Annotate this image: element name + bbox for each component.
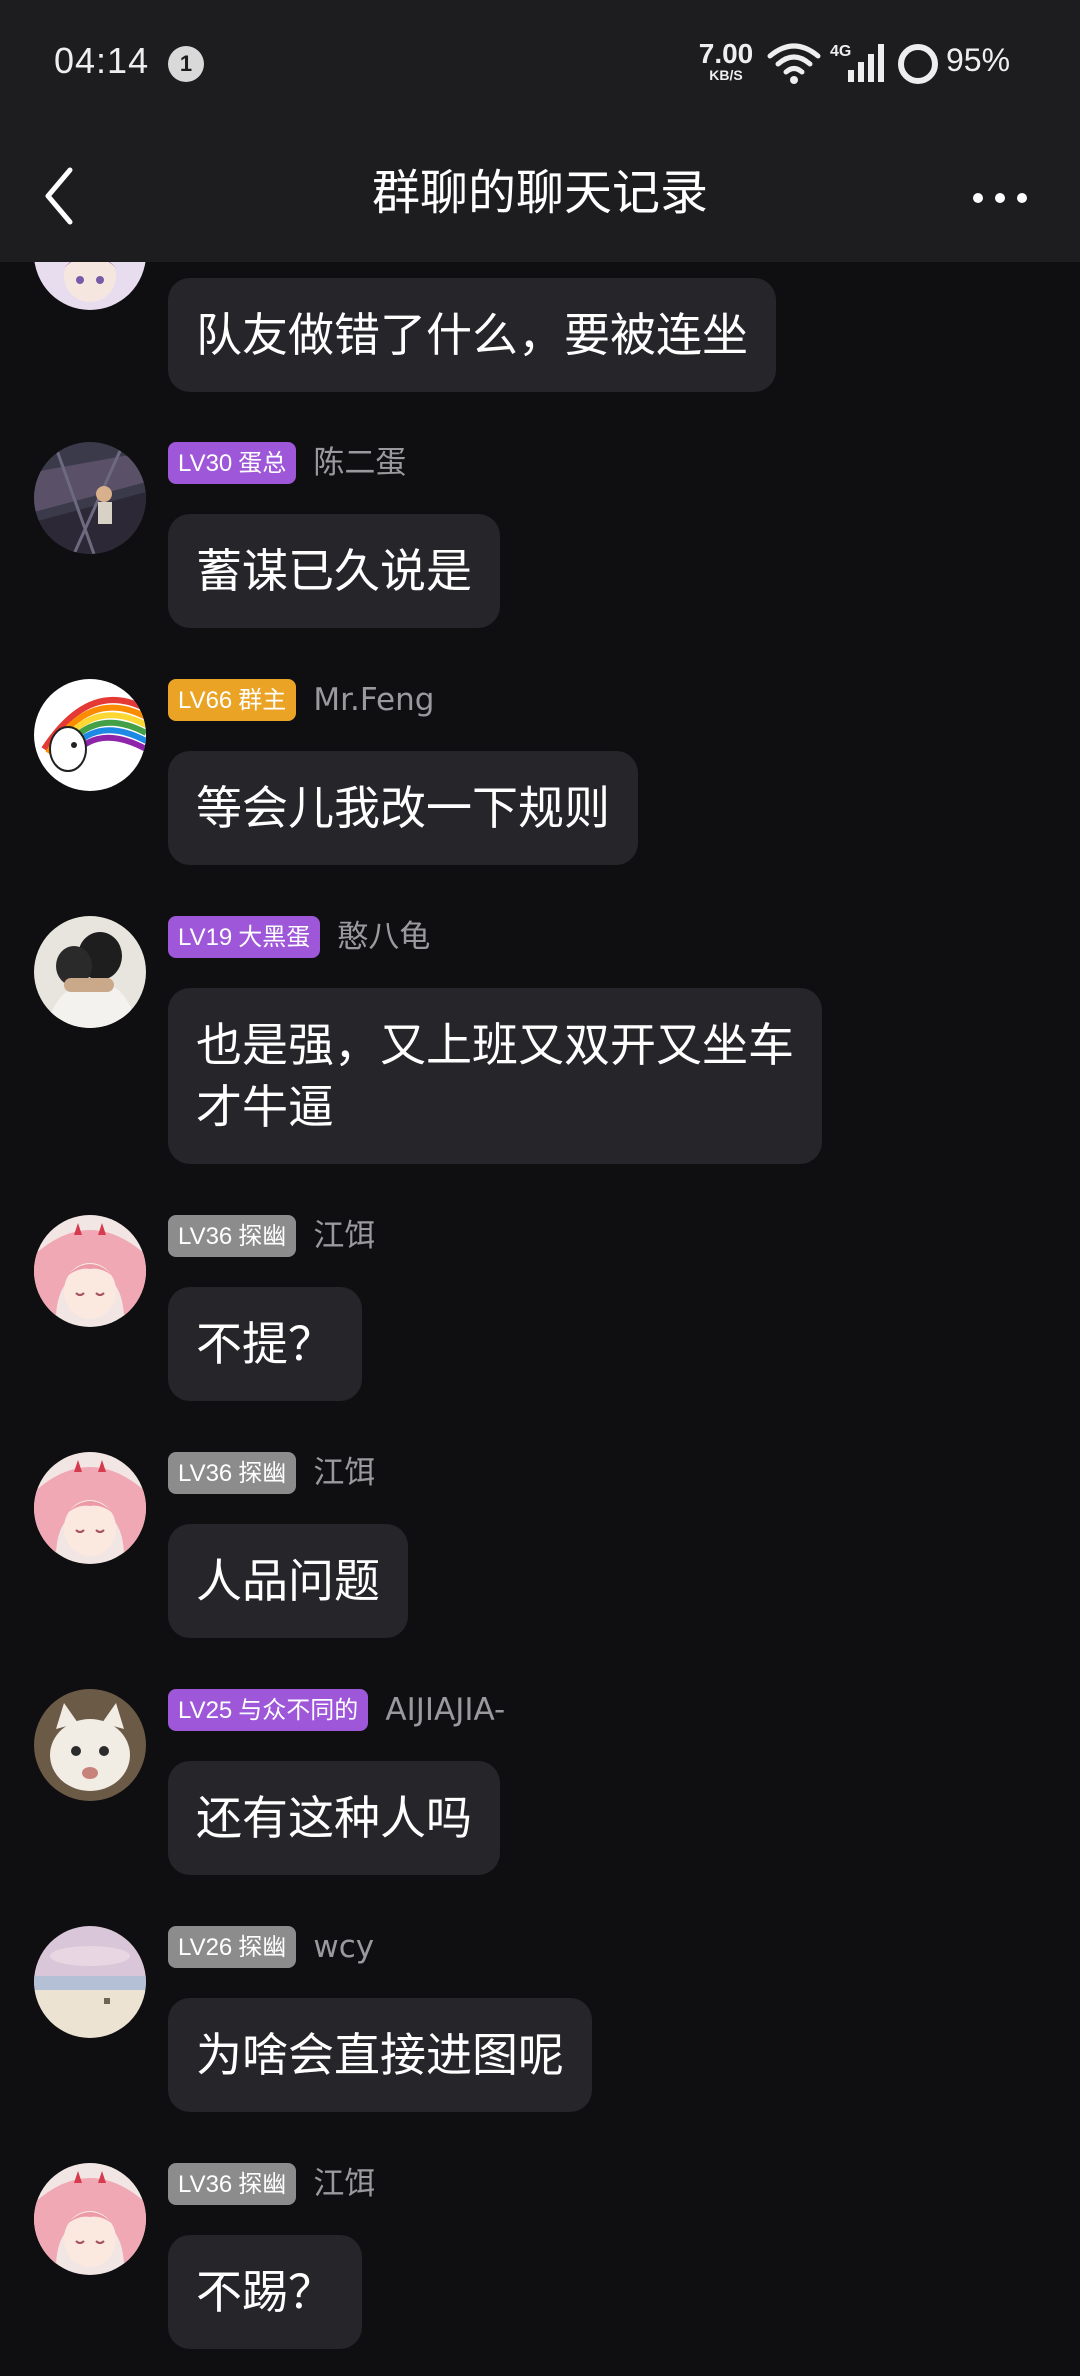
more-button[interactable] — [960, 166, 1040, 226]
member-level-badge: LV36 探幽 — [168, 2163, 297, 2205]
page-title: 群聊的聊天记录 — [371, 165, 708, 221]
more-dots-icon — [973, 193, 1027, 203]
sender-name[interactable]: Mr.Feng — [313, 679, 434, 721]
network-type-label: 4G — [830, 43, 851, 60]
avatar-anime-girl-purple-hair[interactable] — [34, 262, 146, 310]
status-time: 04:14 — [54, 40, 150, 81]
cellular-signal-icon: 4G — [830, 40, 886, 90]
message-list[interactable]: 队友做错了什么，要被连坐 LV30 蛋总 陈二蛋 蓄谋已久说是 LV66 群主 … — [0, 262, 1080, 2376]
avatar-rainbow-meme[interactable] — [34, 679, 146, 791]
sender-meta: LV36 探幽 江饵 — [168, 1452, 375, 1496]
sender-name[interactable]: 陈二蛋 — [313, 442, 406, 484]
avatar-pink-hair-anime-girl[interactable] — [34, 1452, 146, 1564]
message-bubble[interactable]: 为啥会直接进图呢 — [168, 1998, 592, 2112]
sender-meta: LV26 探幽 wcy — [168, 1926, 374, 1970]
avatar-beach-landscape[interactable] — [34, 1926, 146, 2038]
sender-meta: LV25 与众不同的 AIJIAJIA- — [168, 1689, 505, 1733]
sender-name[interactable]: 江饵 — [313, 1452, 375, 1494]
notification-count-badge: 1 — [168, 46, 204, 82]
member-level-badge: LV66 群主 — [168, 679, 297, 721]
top-bar: 群聊的聊天记录 — [0, 128, 1080, 262]
avatar-pink-hair-anime-girl[interactable] — [34, 1215, 146, 1327]
wifi-icon — [766, 42, 822, 90]
battery-icon — [896, 42, 940, 90]
avatar-hugging-people[interactable] — [34, 916, 146, 1028]
sender-meta: LV30 蛋总 陈二蛋 — [168, 442, 406, 486]
chat-history-screen: 04:14 1 7.00 KB/S 4G 95% 群聊的聊天记录 队友做错了什么… — [0, 0, 1080, 2376]
sender-name[interactable]: AIJIAJIA- — [385, 1689, 505, 1731]
avatar-stormy-sky[interactable] — [34, 442, 146, 554]
avatar-pink-hair-anime-girl[interactable] — [34, 2163, 146, 2275]
network-speed-unit: KB/S — [709, 67, 743, 83]
member-level-badge: LV36 探幽 — [168, 1452, 297, 1494]
member-level-badge: LV30 蛋总 — [168, 442, 297, 484]
message-bubble[interactable]: 蓄谋已久说是 — [168, 514, 500, 628]
message-bubble[interactable]: 等会儿我改一下规则 — [168, 751, 638, 865]
sender-meta: LV36 探幽 江饵 — [168, 1215, 375, 1259]
member-level-badge: LV19 大黑蛋 — [168, 916, 321, 958]
sender-name[interactable]: wcy — [313, 1926, 374, 1968]
network-speed-value: 7.00 — [698, 38, 754, 69]
member-level-badge: LV36 探幽 — [168, 1215, 297, 1257]
sender-meta: LV66 群主 Mr.Feng — [168, 679, 434, 723]
member-level-badge: LV25 与众不同的 — [168, 1689, 369, 1731]
sender-meta: LV19 大黑蛋 憨八龟 — [168, 916, 430, 960]
sender-name[interactable]: 江饵 — [313, 2163, 375, 2205]
status-bar: 04:14 1 7.00 KB/S 4G 95% — [0, 0, 1080, 128]
sender-name[interactable]: 憨八龟 — [337, 916, 430, 958]
sender-meta: LV36 探幽 江饵 — [168, 2163, 375, 2207]
member-level-badge: LV26 探幽 — [168, 1926, 297, 1968]
message-bubble[interactable]: 队友做错了什么，要被连坐 — [168, 278, 776, 392]
avatar-white-cat[interactable] — [34, 1689, 146, 1801]
message-bubble[interactable]: 也是强，又上班又双开又坐车 才牛逼 — [168, 988, 822, 1164]
message-bubble[interactable]: 不踢？ — [168, 2235, 362, 2349]
sender-name[interactable]: 江饵 — [313, 1215, 375, 1257]
message-bubble[interactable]: 不提？ — [168, 1287, 362, 1401]
battery-percent: 95% — [946, 42, 1011, 78]
message-bubble[interactable]: 还有这种人吗 — [168, 1761, 500, 1875]
network-speed: 7.00 KB/S — [694, 38, 758, 83]
message-bubble[interactable]: 人品问题 — [168, 1524, 408, 1638]
